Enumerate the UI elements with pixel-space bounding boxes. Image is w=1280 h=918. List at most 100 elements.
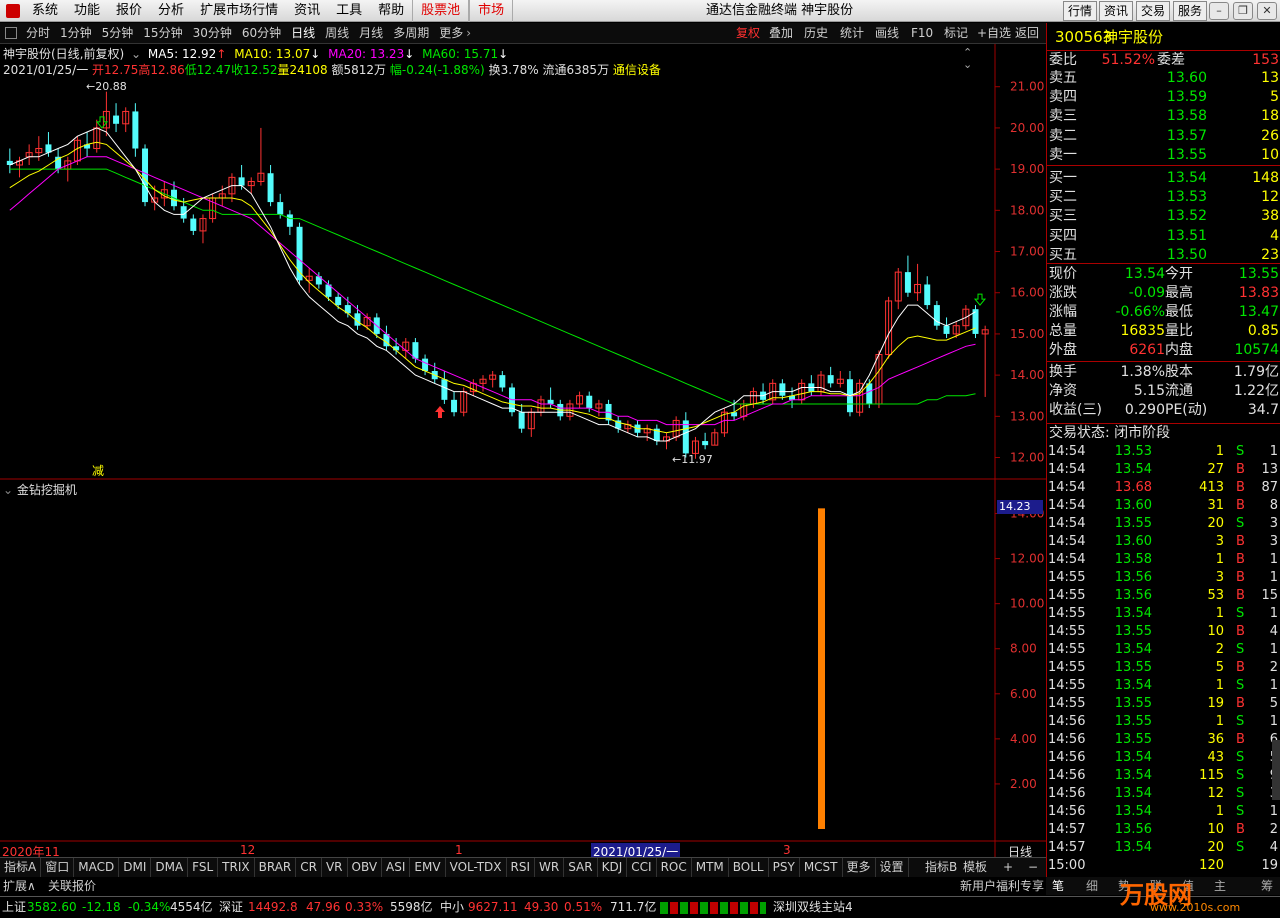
sz-label[interactable]: 深证 (219, 897, 243, 918)
period-daily[interactable]: 日线 (286, 23, 320, 43)
trade-mode-button[interactable]: 交易 (1136, 1, 1171, 21)
new-user-promo[interactable]: 新用户福利专享 (960, 877, 1044, 895)
tick-price: 13.55 (1114, 696, 1152, 711)
history-button[interactable]: 历史 (804, 23, 828, 43)
back-button[interactable]: 返回 (1015, 23, 1039, 43)
indicator-tab[interactable]: ROC (657, 858, 692, 877)
indicator-tab[interactable]: MCST (800, 858, 843, 877)
ask-volume: 10 (1261, 146, 1279, 163)
sh-label[interactable]: 上证 (2, 897, 26, 918)
indicator-tab[interactable]: ASI (382, 858, 411, 877)
tick-time: 14:56 (1048, 768, 1086, 783)
tab-detail[interactable]: 细 (1086, 877, 1098, 895)
template-tab[interactable]: 模板 (963, 858, 987, 877)
indicator-tab[interactable]: EMV (410, 858, 446, 877)
indicator-tab[interactable]: BRAR (255, 858, 297, 877)
indicator-tab[interactable]: VR (322, 858, 348, 877)
close-icon[interactable]: ✕ (1257, 2, 1277, 20)
menu-item-info[interactable]: 资讯 (286, 0, 328, 22)
overlay-button[interactable]: 叠加 (769, 23, 793, 43)
zx-label[interactable]: 中小 (440, 897, 464, 918)
maximize-icon[interactable]: ❐ (1233, 2, 1253, 20)
quote-mode-button[interactable]: 行情 (1063, 1, 1098, 21)
stat-label: 净资 (1049, 383, 1077, 399)
menu-item-system[interactable]: 系统 (24, 0, 66, 22)
period-15min[interactable]: 15分钟 (138, 23, 187, 43)
related-quote-button[interactable]: 关联报价 (48, 877, 96, 895)
menu-item-ext-market[interactable]: 扩展市场行情 (192, 0, 286, 22)
tab-main[interactable]: 主 (1214, 877, 1226, 895)
tick-count: 1 (1269, 714, 1278, 729)
adjust-button[interactable]: 复权 (736, 23, 760, 43)
tick-price: 13.53 (1114, 444, 1152, 459)
indicator-title[interactable]: ⌄ 金钻挖掘机 (3, 481, 77, 498)
sz-value: 14492.8 (248, 900, 298, 914)
period-60min[interactable]: 60分钟 (237, 23, 286, 43)
menu-item-function[interactable]: 功能 (66, 0, 108, 22)
f10-button[interactable]: F10 (911, 23, 933, 43)
indicator-tab[interactable]: SAR (564, 858, 598, 877)
bid-label: 买一 (1049, 170, 1077, 186)
weibi-row: 委比 51.52% 委差 153 (1047, 50, 1280, 69)
indicator-tab[interactable]: RSI (507, 858, 536, 877)
indicator-tab[interactable]: DMI (119, 858, 152, 877)
period-30min[interactable]: 30分钟 (188, 23, 237, 43)
indicator-tab[interactable]: 窗口 (41, 858, 75, 877)
menu-item-quote[interactable]: 报价 (108, 0, 150, 22)
indicator-tab[interactable]: KDJ (598, 858, 628, 877)
panel-divider (1047, 165, 1280, 166)
period-more[interactable]: 更多 (434, 23, 468, 43)
indicator-tab[interactable]: DMA (151, 858, 189, 877)
indicator-tab[interactable]: FSL (188, 858, 219, 877)
server-label[interactable]: 深圳双线主站4 (773, 897, 853, 918)
indicator-tab[interactable]: MACD (74, 858, 120, 877)
template-tab[interactable]: 指标B (925, 858, 957, 877)
period-multi[interactable]: 多周期 (388, 23, 434, 43)
template-tab[interactable]: − (1028, 858, 1038, 877)
menu-item-market[interactable]: 市场 (469, 0, 514, 22)
expand-button[interactable]: 扩展∧ (3, 877, 36, 895)
menu-item-help[interactable]: 帮助 (370, 0, 412, 22)
tick-scrollbar[interactable] (1272, 740, 1280, 800)
tab-chips[interactable]: 筹 (1261, 877, 1273, 895)
indicator-tab[interactable]: CCI (627, 858, 657, 877)
indicator-toggle-icon[interactable]: ⌄ (3, 483, 17, 497)
menu-item-analysis[interactable]: 分析 (150, 0, 192, 22)
tab-tick[interactable]: 笔 (1052, 877, 1064, 895)
indicator-tab[interactable]: WR (535, 858, 565, 877)
indicator-tab[interactable]: BOLL (729, 858, 769, 877)
period-1min[interactable]: 1分钟 (55, 23, 97, 43)
menu-item-tools[interactable]: 工具 (328, 0, 370, 22)
indicator-tab[interactable]: VOL-TDX (446, 858, 507, 877)
indicator-tab[interactable]: 设置 (876, 858, 909, 877)
indicator-tab[interactable]: MTM (692, 858, 729, 877)
indicator-tab[interactable]: TRIX (218, 858, 255, 877)
stat-value: 5.15 (1133, 383, 1165, 399)
stats-button[interactable]: 统计 (840, 23, 864, 43)
period-monthly[interactable]: 月线 (354, 23, 388, 43)
chevron-right-icon[interactable]: › (466, 26, 471, 40)
ask-row: 卖一 13.55 10 (1047, 146, 1280, 165)
tick-volume: 19 (1207, 696, 1224, 711)
period-5min[interactable]: 5分钟 (97, 23, 139, 43)
template-tab[interactable]: + (1003, 858, 1013, 877)
add-watchlist-button[interactable]: +自选 (977, 23, 1011, 43)
info-mode-button[interactable]: 资讯 (1099, 1, 1134, 21)
stat-label: 股本 (1165, 364, 1193, 380)
kline-chart[interactable]: 21.0020.0019.0018.0017.0016.0015.0014.00… (0, 44, 1046, 857)
collapse-down-icon[interactable]: ⌄ (963, 58, 972, 71)
service-mode-button[interactable]: 服务 (1173, 1, 1208, 21)
period-intraday[interactable]: 分时 (21, 23, 55, 43)
indicator-tab[interactable]: 指标A (0, 858, 42, 877)
panel-toggle-icon[interactable] (5, 27, 17, 39)
indicator-tab[interactable]: OBV (348, 858, 383, 877)
period-weekly[interactable]: 周线 (320, 23, 354, 43)
minimize-icon[interactable]: – (1209, 2, 1229, 20)
menu-item-stock-pool[interactable]: 股票池 (412, 0, 470, 22)
mark-button[interactable]: 标记 (944, 23, 968, 43)
stat-row: 外盘 6261 内盘 10574 (1047, 341, 1280, 360)
indicator-tab[interactable]: 更多 (843, 858, 876, 877)
indicator-tab[interactable]: CR (296, 858, 322, 877)
indicator-tab[interactable]: PSY (769, 858, 800, 877)
draw-line-button[interactable]: 画线 (875, 23, 899, 43)
